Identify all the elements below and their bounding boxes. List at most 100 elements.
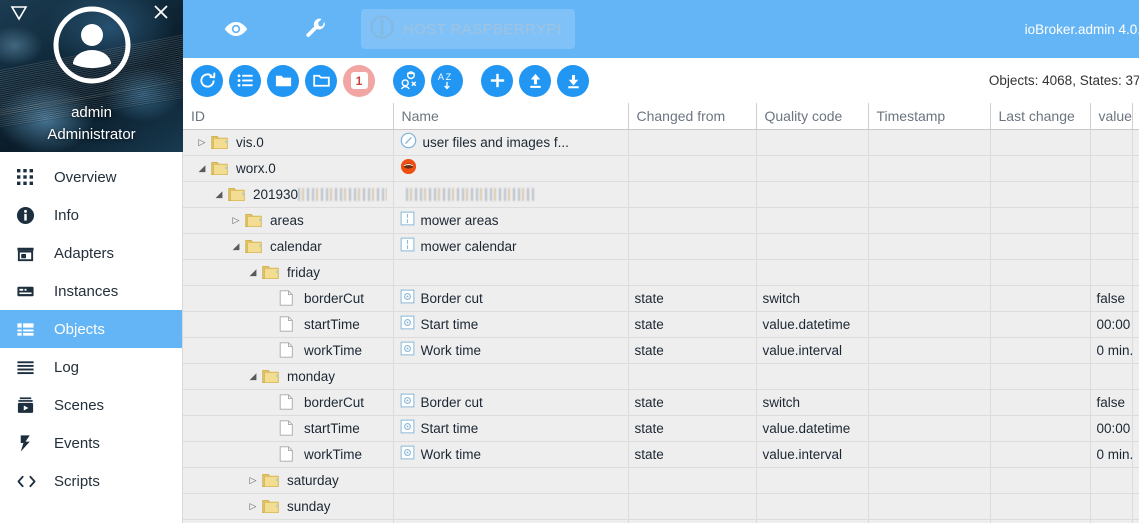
cell-name[interactable]	[393, 519, 629, 523]
cell-name[interactable]: Work time	[393, 337, 629, 364]
cell-name[interactable]: Work time	[393, 441, 629, 468]
cell-id[interactable]: ◢ calendar	[183, 233, 394, 260]
cell-id[interactable]: ▷ sunday	[183, 493, 394, 520]
cell-name[interactable]	[393, 181, 629, 208]
cell-id[interactable]: · borderCut	[183, 285, 394, 312]
cell-value: false	[1090, 285, 1133, 312]
sidebar-item-scenes[interactable]: Scenes	[0, 386, 182, 424]
cell-id[interactable]: ▷thursday	[183, 519, 394, 523]
table-row[interactable]: · workTime Work time statevalue.interval 0 m…	[183, 441, 1139, 468]
cell-quality-code	[756, 363, 869, 390]
sidebar-item-adapters[interactable]: Adapters	[0, 234, 182, 272]
cell-name[interactable]	[393, 493, 629, 520]
collapse-toggle-icon[interactable]: ◢	[244, 371, 262, 382]
avatar[interactable]	[53, 6, 131, 84]
collapse-toggle-icon[interactable]: ◢	[244, 267, 262, 278]
object-id-label: calendar	[270, 238, 322, 254]
cell-id[interactable]: ▷ areas	[183, 207, 394, 234]
column-header-quality-code[interactable]: Quality code	[756, 103, 869, 130]
table-row[interactable]: ▷ sunday	[183, 493, 1139, 520]
sidebar-item-objects[interactable]: Objects	[0, 310, 182, 348]
column-header-timestamp[interactable]: Timestamp	[868, 103, 991, 130]
cell-name[interactable]: Start time	[393, 311, 629, 338]
cell-id[interactable]: ◢ monday	[183, 363, 394, 390]
cell-name[interactable]: Border cut	[393, 285, 629, 312]
expand-toggle-icon[interactable]: ▷	[244, 501, 262, 512]
cell-id[interactable]: ▷ vis.0	[183, 129, 394, 156]
add-object-button[interactable]	[481, 64, 513, 97]
expand-all-button[interactable]	[305, 64, 337, 97]
sidebar-item-log[interactable]: Log	[0, 348, 182, 386]
sidebar-item-overview[interactable]: Overview	[0, 158, 182, 196]
cell-name[interactable]: mower areas	[393, 207, 629, 234]
collapse-all-button[interactable]	[267, 64, 299, 97]
expand-toggle-icon[interactable]: ▷	[244, 475, 262, 486]
collapse-toggle-icon[interactable]: ◢	[210, 189, 228, 200]
close-icon[interactable]	[149, 2, 173, 26]
column-header-name[interactable]: Name	[393, 103, 629, 130]
column-header-last-change[interactable]: Last change	[990, 103, 1091, 130]
eye-icon[interactable]	[215, 8, 257, 50]
table-row[interactable]: · borderCut Border cut stateswitch false	[183, 285, 1139, 312]
cell-id[interactable]: · borderCut	[183, 389, 394, 416]
cell-name[interactable]: Start time	[393, 415, 629, 442]
expand-toggle-icon[interactable]: ▷	[193, 137, 211, 148]
table-row[interactable]: ▷ areas mower areas	[183, 207, 1139, 234]
cell-quality-code	[756, 519, 869, 523]
refresh-button[interactable]	[191, 64, 223, 97]
wrench-icon[interactable]	[295, 8, 337, 50]
sidebar-item-instances[interactable]: Instances	[0, 272, 182, 310]
column-header-changed-from[interactable]: Changed from	[628, 103, 757, 130]
cell-id[interactable]: ◢ friday	[183, 259, 394, 286]
table-row[interactable]: ▷ saturday	[183, 467, 1139, 494]
cell-name[interactable]: mower calendar	[393, 233, 629, 260]
table-row[interactable]: ◢ friday	[183, 259, 1139, 286]
table-row[interactable]: · startTime Start time statevalue.datetime 0…	[183, 415, 1139, 442]
table-row[interactable]: · workTime Work time statevalue.interval 0 m…	[183, 337, 1139, 364]
collapse-toggle-icon[interactable]: ◢	[227, 241, 245, 252]
cell-id[interactable]: ▷ saturday	[183, 467, 394, 494]
cell-id[interactable]: ◢ 201930	[183, 181, 394, 208]
export-button[interactable]	[557, 64, 589, 97]
host-chip[interactable]: HOST RASPBERRYPI	[361, 9, 576, 49]
table-row[interactable]: ◢ worx.0	[183, 155, 1139, 182]
column-header-value[interactable]: value	[1090, 103, 1133, 130]
table-row[interactable]: ◢ monday	[183, 363, 1139, 390]
object-id-label: friday	[287, 264, 321, 280]
expand-list-button[interactable]	[229, 64, 261, 97]
table-row[interactable]: ▷thursday	[183, 519, 1139, 523]
depth-level-button[interactable]: 1	[343, 64, 375, 97]
table-row[interactable]: · startTime Start time statevalue.datetime 0…	[183, 311, 1139, 338]
folder-icon	[211, 161, 231, 176]
expand-toggle-icon[interactable]: ▷	[227, 215, 245, 226]
expert-user-icon[interactable]	[393, 64, 425, 97]
cell-last-change	[990, 467, 1091, 494]
cell-id[interactable]: ◢ worx.0	[183, 155, 394, 182]
cell-value: 0 min.	[1090, 337, 1133, 364]
cell-name[interactable]	[393, 363, 629, 390]
triangle-logo-icon[interactable]	[8, 3, 30, 25]
cell-id[interactable]: · startTime	[183, 415, 394, 442]
cell-id[interactable]: · workTime	[183, 441, 394, 468]
sidebar-item-info[interactable]: Info	[0, 196, 182, 234]
cell-id[interactable]: · startTime	[183, 311, 394, 338]
sidebar-item-scripts[interactable]: Scripts	[0, 462, 182, 500]
cell-id[interactable]: · workTime	[183, 337, 394, 364]
object-id-label: areas	[270, 212, 304, 228]
import-button[interactable]	[519, 64, 551, 97]
column-header-id[interactable]: ID	[183, 103, 394, 130]
table-row[interactable]: ◢ calendar mower calendar	[183, 233, 1139, 260]
cell-name[interactable]	[393, 155, 629, 182]
cell-name[interactable]	[393, 259, 629, 286]
sidebar-item-events[interactable]: Events	[0, 424, 182, 462]
tree-spacer: ·	[261, 397, 279, 407]
cell-name[interactable]: Border cut	[393, 389, 629, 416]
collapse-toggle-icon[interactable]: ◢	[193, 163, 211, 174]
sort-az-icon[interactable]: A Z	[431, 64, 463, 97]
cell-name[interactable]: user files and images f...	[393, 129, 629, 156]
table-row[interactable]: ◢ 201930	[183, 181, 1139, 208]
cell-changed-from: state	[628, 311, 757, 338]
table-row[interactable]: · borderCut Border cut stateswitch false	[183, 389, 1139, 416]
cell-name[interactable]	[393, 467, 629, 494]
table-row[interactable]: ▷ vis.0 user files and images f...	[183, 129, 1139, 156]
